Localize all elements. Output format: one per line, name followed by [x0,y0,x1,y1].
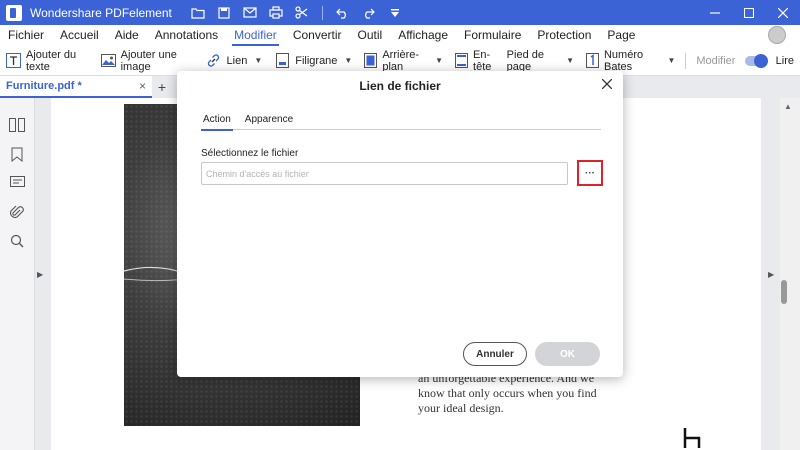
menu-convertir[interactable]: Convertir [285,25,350,46]
chevron-down-icon: ▼ [254,56,263,65]
watermark-label: Filigrane [295,54,338,67]
print-icon[interactable] [266,3,286,23]
file-path-input[interactable] [201,162,568,185]
window-controls [698,0,800,25]
file-link-dialog: Lien de fichier Action Apparence Sélecti… [177,71,623,377]
dropdown-icon[interactable] [385,3,405,23]
toolbar-divider [321,5,323,20]
redo-icon[interactable] [359,3,379,23]
chair-drawing [683,428,701,448]
chevron-down-icon: ▼ [667,56,676,65]
read-mode-option[interactable]: Lire [770,46,800,76]
dialog-title: Lien de fichier [359,79,441,93]
avatar[interactable] [768,26,786,44]
add-text-label: Ajouter du texte [26,48,77,73]
menu-aide[interactable]: Aide [107,25,147,46]
menu-formulaire[interactable]: Formulaire [456,25,529,46]
dialog-tabs: Action Apparence [201,112,601,131]
watermark-icon [274,53,290,69]
add-text-button[interactable]: Ajouter du texte [0,46,95,76]
menu-page[interactable]: Page [599,25,643,46]
menu-affichage[interactable]: Affichage [390,25,456,46]
background-label: Arrière-plan [382,48,420,73]
page-body-text: an unforgettable experience. And we know… [418,371,618,416]
left-side-panel [0,98,35,450]
background-icon [364,53,378,69]
menu-annotations[interactable]: Annotations [147,25,226,46]
close-window-icon[interactable] [766,0,800,25]
chevron-down-icon: ▼ [566,56,574,65]
link-icon [206,53,222,69]
text-box-icon [6,53,21,69]
chevron-down-icon: ▼ [344,56,353,65]
attachment-icon[interactable] [8,203,26,221]
toolbar-divider [685,52,687,69]
footer-label: Pied de page [506,48,544,73]
ok-button[interactable]: OK [535,342,600,366]
add-tab-icon[interactable]: + [152,79,172,95]
collapse-panel-icon[interactable]: ▶ [768,270,774,279]
menu-fichier[interactable]: Fichier [0,25,52,46]
scroll-up-icon[interactable]: ▲ [784,102,792,111]
read-mode-label: Lire [775,54,794,67]
close-tab-icon[interactable]: × [139,79,146,93]
menu-modifier[interactable]: Modifier [226,25,285,46]
folder-icon[interactable] [188,3,208,23]
menu-accueil[interactable]: Accueil [52,25,107,46]
tab-action[interactable]: Action [201,112,233,131]
search-icon[interactable] [8,232,26,250]
bookmark-icon[interactable] [8,145,26,163]
mode-toggle[interactable] [745,53,768,68]
comment-icon[interactable] [8,174,26,192]
image-icon [100,53,116,69]
close-icon[interactable] [599,76,615,92]
link-label: Lien [226,54,248,67]
document-tab[interactable]: Furniture.pdf * × [0,76,152,98]
bates-icon [585,53,599,69]
vertical-scrollbar[interactable]: ▲ [780,98,800,450]
header-label: En-tête [473,48,492,73]
cancel-button[interactable]: Annuler [463,342,527,366]
browse-button[interactable]: ··· [577,160,603,186]
menu-bar: Fichier Accueil Aide Annotations Modifie… [0,25,800,46]
minimize-icon[interactable] [698,0,732,25]
title-bar: Wondershare PDFelement [0,0,800,25]
save-icon[interactable] [214,3,234,23]
tab-appearance[interactable]: Apparence [243,112,295,130]
add-image-label: Ajouter une image [120,48,177,73]
app-title: Wondershare PDFelement [30,5,172,20]
menu-outil[interactable]: Outil [350,25,391,46]
scissors-icon[interactable] [292,3,312,23]
document-tab-label: Furniture.pdf * [6,80,82,92]
thumbnails-icon[interactable] [8,116,26,134]
header-footer-icon [455,53,469,69]
app-logo [6,4,22,21]
edit-mode-option[interactable]: Modifier [690,46,741,76]
maximize-icon[interactable] [732,0,766,25]
edit-mode-label: Modifier [696,54,736,67]
undo-icon[interactable] [333,3,353,23]
chevron-down-icon: ▼ [435,56,444,65]
scroll-thumb[interactable] [781,280,787,304]
mail-icon[interactable] [240,3,260,23]
bates-label: Numéro Bates [603,48,644,73]
page-text-line: know that only occurs when you find [418,386,597,400]
file-field-label: Sélectionnez le fichier [201,148,299,159]
page-text-line: your ideal design. [418,401,504,415]
quick-access-toolbar [188,3,405,23]
menu-protection[interactable]: Protection [529,25,599,46]
